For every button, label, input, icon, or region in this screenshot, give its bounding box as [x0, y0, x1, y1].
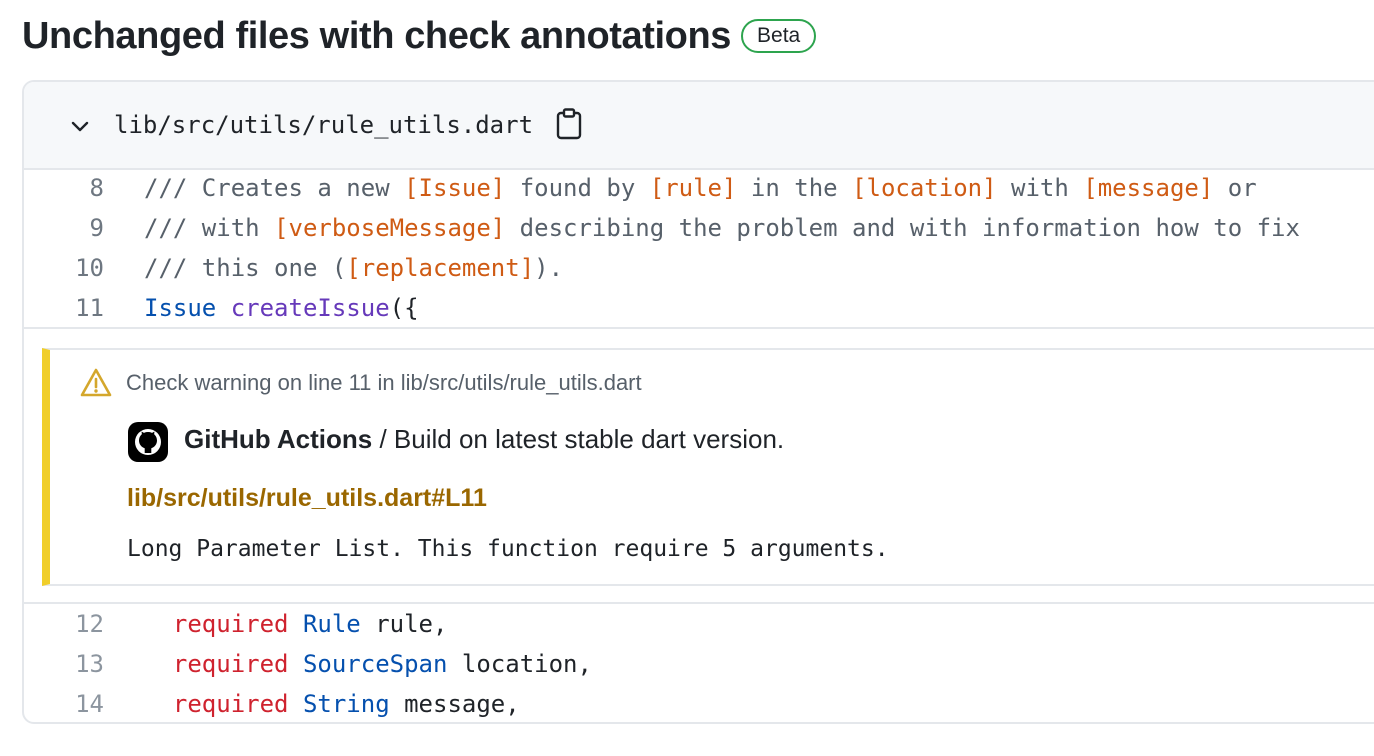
section-title: Unchanged files with check annotations — [22, 14, 732, 57]
code-line: 8 /// Creates a new [Issue] found by [rul… — [24, 168, 1374, 208]
code-token: required — [144, 650, 289, 678]
code-text: /// Creates a new [Issue] found by [rule… — [144, 168, 1257, 208]
line-number[interactable]: 14 — [24, 684, 104, 722]
code-token: with — [996, 174, 1084, 202]
code-token: message, — [389, 690, 520, 718]
code-text: /// this one ([replacement]). — [144, 248, 563, 288]
code-line: 9 /// with [verboseMessage] describing th… — [24, 208, 1374, 248]
line-number[interactable]: 12 — [24, 604, 104, 644]
annotation-source: GitHub Actions / Build on latest stable … — [184, 424, 784, 455]
code-token: Issue — [144, 294, 217, 322]
line-number[interactable]: 13 — [24, 644, 104, 684]
code-token: ). — [534, 254, 564, 282]
beta-badge: Beta — [741, 19, 817, 53]
workflow-name: / Build on latest stable dart version. — [372, 424, 785, 454]
code-token: /// Creates a new — [144, 174, 405, 202]
code-token: Rule — [302, 610, 361, 638]
code-token: String — [302, 690, 390, 718]
code-token: found by — [505, 174, 650, 202]
code-line: 11 Issue createIssue({ — [24, 288, 1374, 328]
code-line: 13 required SourceSpan location, — [24, 644, 1374, 684]
code-line: 14 required String message, — [24, 684, 1374, 722]
code-token: required — [144, 610, 289, 638]
line-number[interactable]: 8 — [24, 168, 104, 208]
code-token: [replacement] — [346, 254, 535, 282]
divider — [24, 327, 1374, 329]
code-token: [Issue] — [404, 174, 506, 202]
file-path[interactable]: lib/src/utils/rule_utils.dart — [114, 110, 533, 140]
annotation-file-link[interactable]: lib/src/utils/rule_utils.dart#L11 — [127, 484, 487, 513]
code-text: /// with [verboseMessage] describing the… — [144, 208, 1300, 248]
annotation-message: Long Parameter List. This function requi… — [127, 536, 889, 562]
github-logo-icon — [128, 422, 168, 462]
code-token: required — [144, 690, 289, 718]
code-token: ({ — [389, 294, 419, 322]
code-text: required String message, — [144, 684, 520, 722]
code-token: [rule] — [649, 174, 737, 202]
annotation-warning-text: Check warning on line 11 in lib/src/util… — [126, 370, 642, 395]
code-token: createIssue — [230, 294, 390, 322]
code-token: [verboseMessage] — [274, 214, 506, 242]
code-token: SourceSpan — [302, 650, 448, 678]
code-token: [message] — [1083, 174, 1214, 202]
code-token: [location] — [852, 174, 997, 202]
line-number[interactable]: 9 — [24, 208, 104, 248]
code-token: /// with — [144, 214, 275, 242]
line-number[interactable]: 11 — [24, 288, 104, 328]
app-name[interactable]: GitHub Actions — [184, 424, 372, 454]
code-token: in the — [736, 174, 853, 202]
warning-icon — [80, 368, 112, 397]
code-text: required Rule rule, — [144, 604, 448, 644]
check-annotation: Check warning on line 11 in lib/src/util… — [42, 348, 1374, 586]
code-line: 10 /// this one ([replacement]). — [24, 248, 1374, 288]
code-token: rule, — [360, 610, 448, 638]
code-text: Issue createIssue({ — [144, 288, 419, 328]
code-token: /// this one ( — [144, 254, 347, 282]
line-number[interactable]: 10 — [24, 248, 104, 288]
file-card: lib/src/utils/rule_utils.dart 8 /// Creat… — [22, 80, 1374, 724]
code-token: or — [1213, 174, 1257, 202]
code-text: required SourceSpan location, — [144, 644, 592, 684]
code-line: 12 required Rule rule, — [24, 604, 1374, 644]
section-header: Unchanged files with check annotations B… — [22, 14, 817, 58]
copy-icon[interactable] — [556, 108, 582, 140]
file-header: lib/src/utils/rule_utils.dart — [24, 82, 1374, 170]
chevron-down-icon[interactable] — [68, 114, 92, 138]
code-token: location, — [447, 650, 592, 678]
code-token: describing the problem and with informat… — [505, 214, 1300, 242]
